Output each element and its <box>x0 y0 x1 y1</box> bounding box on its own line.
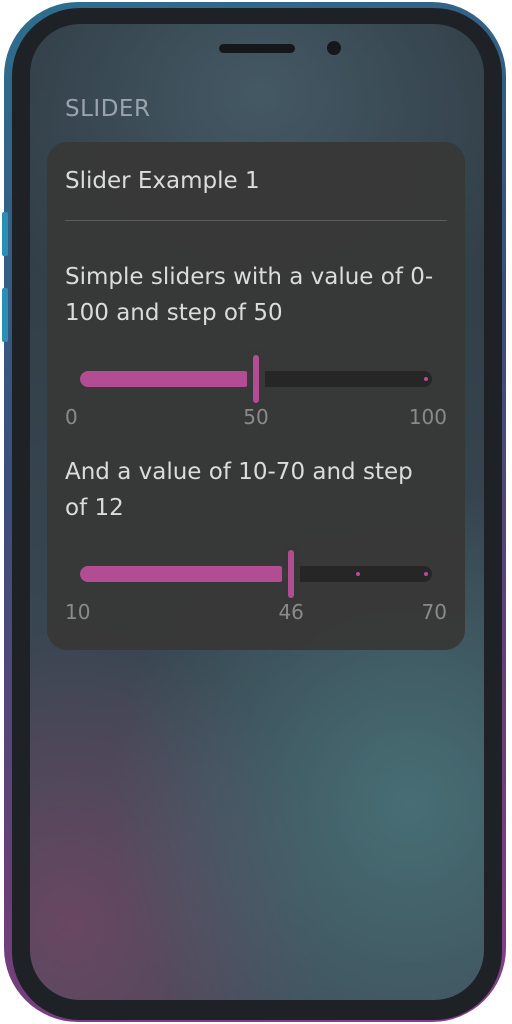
slider-thumb[interactable] <box>253 355 259 403</box>
step-dot <box>424 377 428 381</box>
slider-min-label: 10 <box>65 600 91 624</box>
slider-value-label: 46 <box>278 600 304 624</box>
divider <box>65 220 447 221</box>
slider-max-label: 100 <box>408 405 447 429</box>
slider-value-label: 50 <box>243 405 269 429</box>
speaker-grille <box>219 44 295 53</box>
range-slider[interactable] <box>80 550 432 598</box>
slider-track[interactable] <box>80 566 432 582</box>
slider-scale: 10 46 70 <box>65 600 447 624</box>
slider-scale: 0 50 100 <box>65 405 447 429</box>
slider-card: Slider Example 1 Simple sliders with a v… <box>47 142 465 650</box>
step-dot <box>356 572 360 576</box>
volume-down-button <box>2 288 8 342</box>
slider-fill <box>80 371 252 387</box>
card-title: Slider Example 1 <box>65 168 260 194</box>
front-camera <box>327 41 341 55</box>
section-title: SLIDER <box>65 96 151 122</box>
volume-up-button <box>2 212 8 256</box>
slider-thumb[interactable] <box>288 550 295 598</box>
step-dot <box>424 572 428 576</box>
slider-min-label: 0 <box>65 405 78 429</box>
slider-max-label: 70 <box>421 600 447 624</box>
range-slider[interactable] <box>80 355 432 403</box>
slider-fill <box>80 566 288 582</box>
slider-description: Simple sliders with a value of 0-100 and… <box>65 264 434 326</box>
screen: SLIDER Slider Example 1 Simple sliders w… <box>30 24 484 1000</box>
slider-description: And a value of 10-70 and step of 12 <box>65 459 413 521</box>
